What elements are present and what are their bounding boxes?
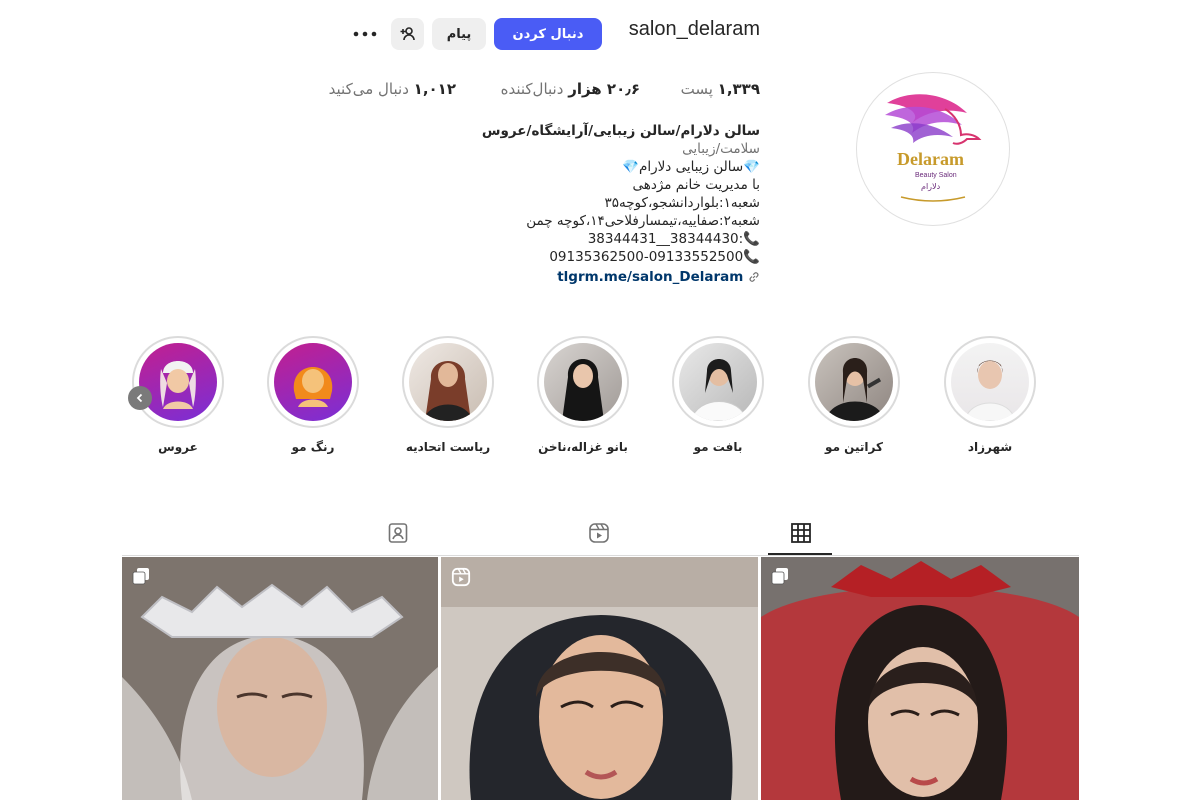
highlight-cover bbox=[274, 343, 352, 421]
svg-text:دلارام: دلارام bbox=[921, 182, 941, 191]
grid-icon bbox=[791, 523, 811, 543]
more-options-button[interactable] bbox=[350, 22, 380, 46]
bio-line: شعبه۲:صفاییه،تیمسارفلاحی۱۴،کوچه چمن bbox=[526, 213, 760, 229]
link-icon bbox=[749, 272, 759, 282]
highlights-prev-button[interactable] bbox=[128, 386, 152, 410]
highlight-item[interactable]: شهرزاد bbox=[942, 336, 1038, 454]
following-count: ۱,۰۱۲ bbox=[413, 80, 456, 98]
highlight-label: رنگ مو bbox=[291, 440, 335, 454]
active-tab-indicator bbox=[768, 553, 832, 555]
posts-count: ۱,۳۳۹ bbox=[717, 80, 760, 98]
highlight-label: کراتین مو bbox=[825, 440, 883, 454]
tabs-divider bbox=[122, 555, 1079, 556]
post-image bbox=[441, 557, 758, 800]
bio-link[interactable]: tlgrm.me/salon_Delaram bbox=[460, 268, 760, 286]
follow-button[interactable]: دنبال کردن bbox=[494, 18, 602, 50]
bio-line: 💎سالن زیبایی دلارام💎 bbox=[622, 159, 760, 175]
following-label: دنبال می‌کنید bbox=[328, 80, 409, 98]
chevron-left-icon bbox=[136, 393, 143, 403]
highlight-label: ریاست اتحادیه bbox=[405, 440, 491, 454]
highlight-cover bbox=[544, 343, 622, 421]
highlight-label: بافت مو bbox=[693, 440, 743, 454]
bio-link-text[interactable]: tlgrm.me/salon_Delaram bbox=[557, 269, 743, 285]
reels-icon bbox=[589, 523, 609, 543]
post-thumbnail[interactable] bbox=[122, 557, 438, 800]
delaram-logo-icon: Delaram Beauty Salon دلارام bbox=[885, 94, 982, 202]
highlight-cover bbox=[409, 343, 487, 421]
bio-line: با مدیریت خانم مژدهی bbox=[632, 177, 760, 193]
posts-label: پست bbox=[680, 80, 713, 98]
reels-badge-icon bbox=[451, 567, 471, 587]
highlight-item[interactable]: ریاست اتحادیه bbox=[400, 336, 496, 454]
highlight-label: بانو غزاله،ناخن bbox=[538, 440, 628, 454]
profile-avatar[interactable]: Delaram Beauty Salon دلارام bbox=[856, 72, 1010, 226]
post-thumbnail[interactable] bbox=[441, 557, 758, 800]
tagged-icon bbox=[388, 523, 408, 543]
suggested-accounts-button[interactable] bbox=[391, 18, 424, 50]
post-image bbox=[122, 557, 438, 800]
bio-category: سلامت/زیبایی bbox=[682, 141, 760, 157]
highlight-item[interactable]: بانو غزاله،ناخن bbox=[535, 336, 631, 454]
highlight-cover bbox=[679, 343, 757, 421]
bio-line: 📞:38344430__38344431 bbox=[587, 231, 760, 247]
tab-reels[interactable] bbox=[586, 520, 612, 546]
bio-line: 📞09135362500-09133552500 bbox=[549, 249, 760, 265]
highlight-label: عروس bbox=[158, 440, 198, 454]
tab-posts[interactable] bbox=[788, 520, 814, 546]
highlight-item[interactable]: کراتین مو bbox=[806, 336, 902, 454]
bio-name: سالن دلارام/سالن زیبایی/آرایشگاه/عروس bbox=[481, 123, 760, 139]
post-image bbox=[761, 557, 1079, 800]
highlight-label: شهرزاد bbox=[967, 440, 1013, 454]
highlight-cover bbox=[139, 343, 217, 421]
profile-username: salon_delaram bbox=[628, 18, 760, 40]
carousel-icon bbox=[771, 568, 788, 585]
post-thumbnail[interactable] bbox=[761, 557, 1079, 800]
message-button[interactable]: پیام bbox=[432, 18, 486, 50]
carousel-icon bbox=[132, 568, 149, 585]
following-stat[interactable]: ۱,۰۱۲ دنبال می‌کنید bbox=[329, 80, 456, 98]
followers-count: ۲۰٫۶ هزار bbox=[568, 80, 640, 98]
tab-tagged[interactable] bbox=[385, 520, 411, 546]
add-person-icon bbox=[400, 27, 415, 41]
followers-stat[interactable]: ۲۰٫۶ هزار دنبال‌کننده bbox=[501, 80, 640, 98]
highlight-cover bbox=[951, 343, 1029, 421]
profile-bio: سالن دلارام/سالن زیبایی/آرایشگاه/عروس سل… bbox=[460, 122, 760, 286]
followers-label: دنبال‌کننده bbox=[500, 80, 564, 98]
highlight-item[interactable]: بافت مو bbox=[670, 336, 766, 454]
svg-text:Delaram: Delaram bbox=[897, 149, 964, 169]
highlight-cover bbox=[815, 343, 893, 421]
svg-text:Beauty Salon: Beauty Salon bbox=[915, 172, 957, 179]
highlight-item[interactable]: رنگ مو bbox=[265, 336, 361, 454]
more-icon bbox=[353, 31, 377, 37]
bio-line: شعبه۱:بلواردانشجو،کوچه۳۵ bbox=[604, 195, 760, 211]
posts-stat: ۱,۳۳۹ پست bbox=[681, 80, 760, 98]
